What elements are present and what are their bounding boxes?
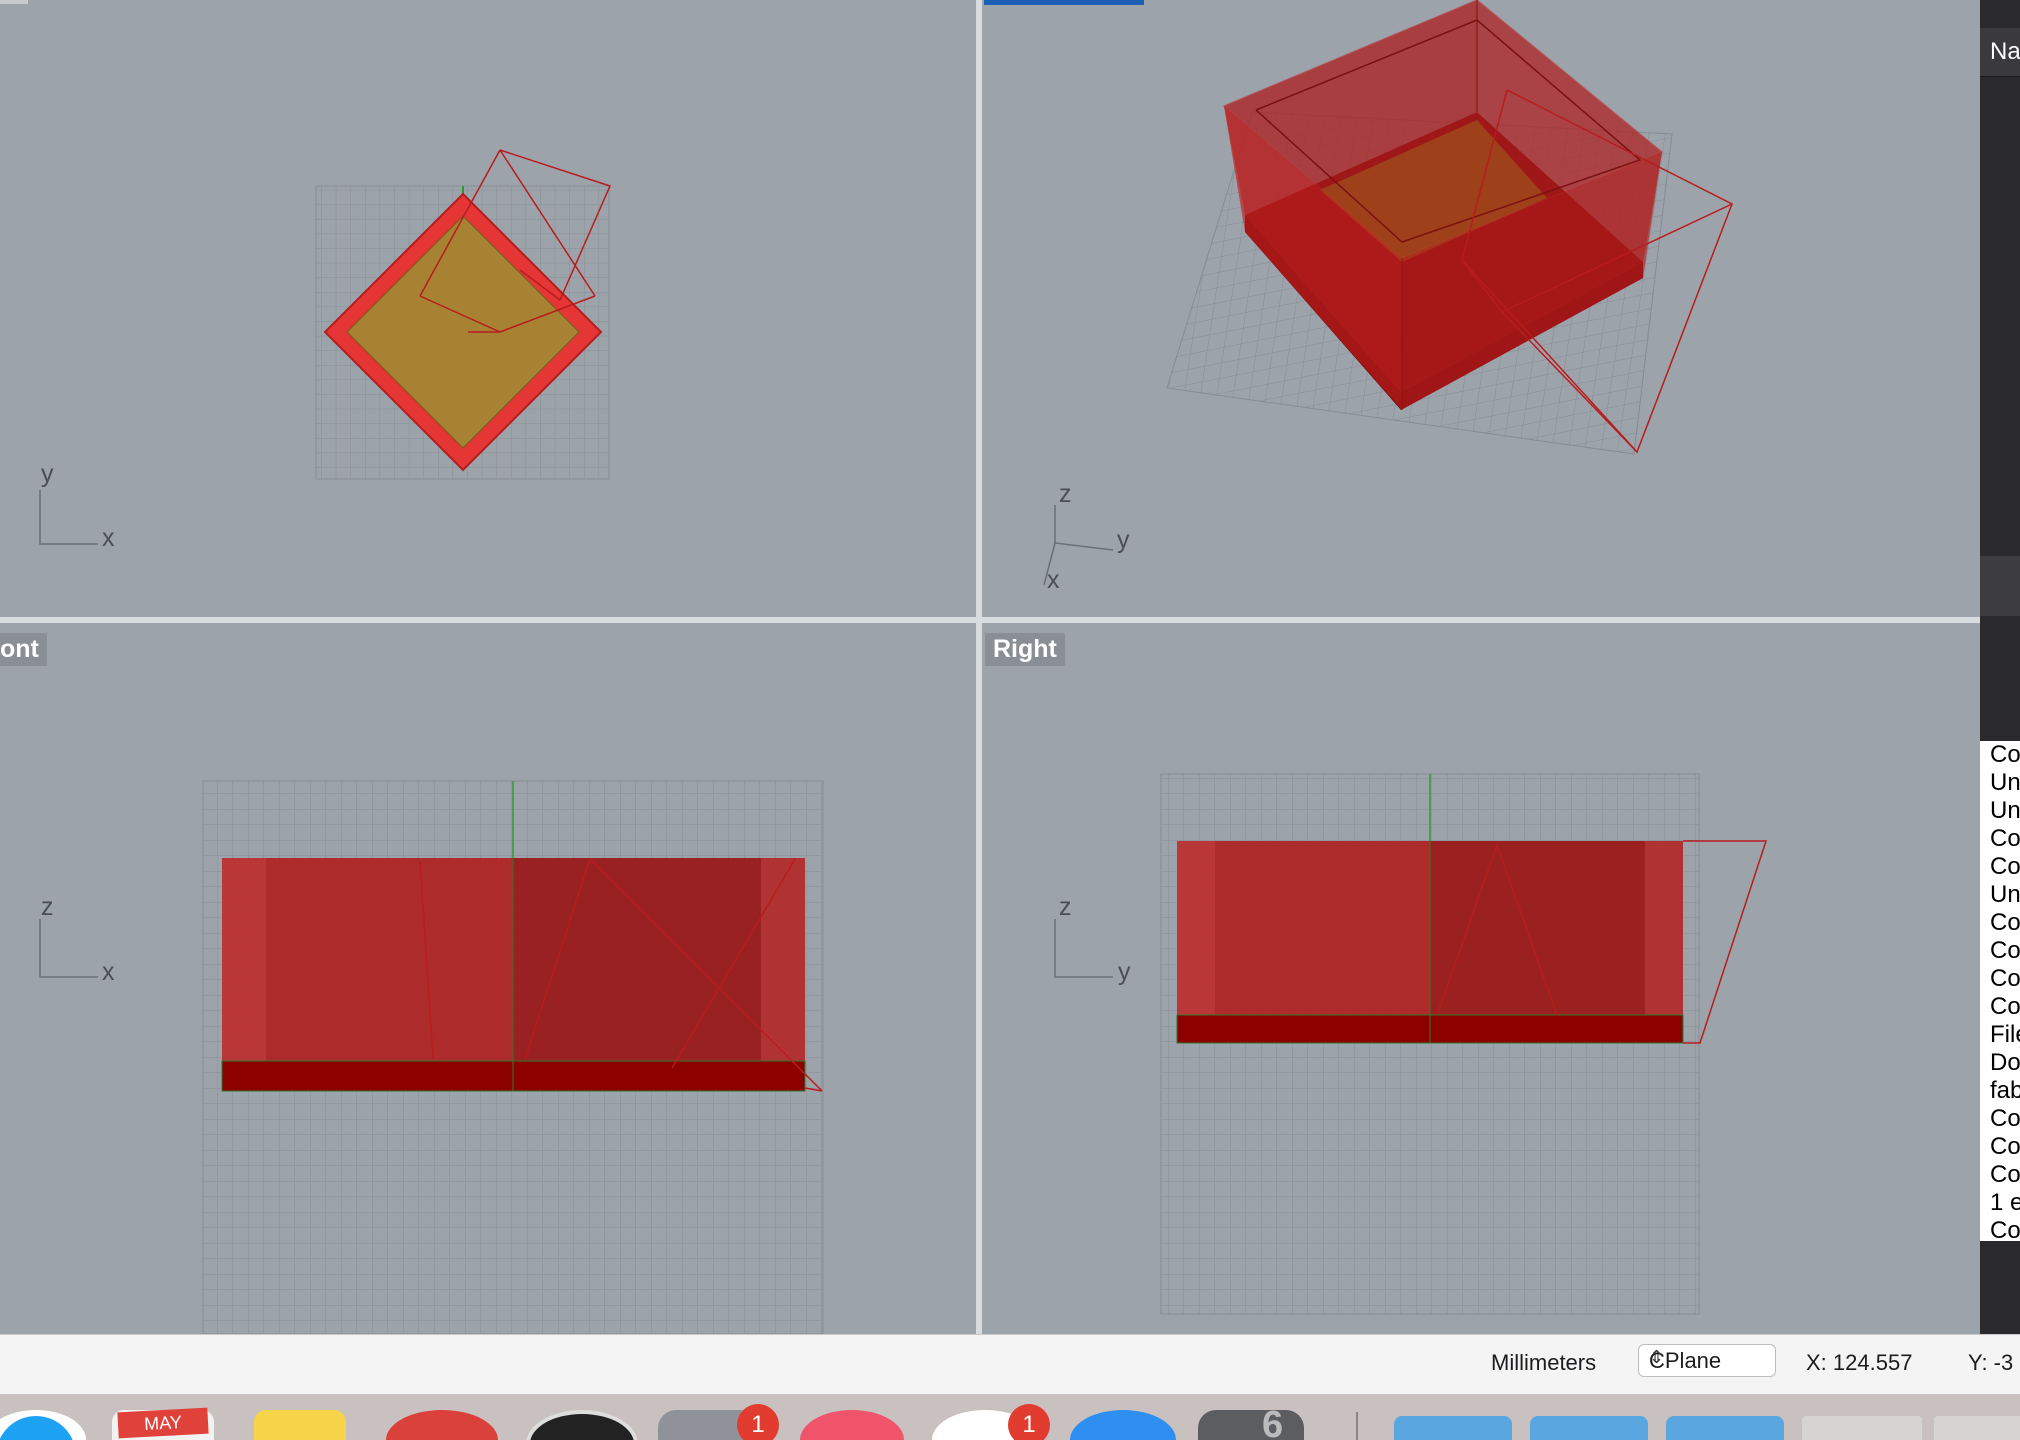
app-blue-icon[interactable] — [1070, 1410, 1176, 1440]
viewport-right-canvas — [1054, 773, 1768, 1315]
notification-badge: 1 — [737, 1404, 779, 1440]
viewport-top[interactable]: y x — [0, 0, 976, 617]
folder-icon[interactable] — [1394, 1416, 1512, 1440]
dock: MAY 1 1 6 — [0, 1394, 2020, 1440]
right-axis-h: y — [1118, 958, 1131, 986]
x-coordinate: X: 124.557 — [1806, 1350, 1913, 1375]
command-history[interactable]: Co Un Un Co Co Un Co Co Co Co File Do fa… — [1980, 741, 2020, 1244]
top-axis-v: y — [41, 460, 54, 488]
music-icon[interactable] — [526, 1410, 638, 1440]
command-history-line: Co — [1990, 965, 2020, 992]
top-axis-h: x — [102, 524, 115, 552]
viewport-front[interactable]: ont z x — [0, 623, 976, 1334]
screenshot-thumbnail[interactable] — [1802, 1416, 1922, 1440]
command-history-line: Do — [1990, 1049, 2020, 1076]
command-history-line: File — [1990, 1021, 2020, 1048]
viewport-divider-vertical[interactable] — [976, 0, 982, 1334]
rhino-version: 6 — [1262, 1404, 1284, 1440]
viewport-label-right[interactable]: Right — [985, 633, 1065, 666]
folder-icon[interactable] — [1666, 1416, 1784, 1440]
command-history-line: Co — [1990, 825, 2020, 852]
rhino-icon[interactable]: 6 — [1198, 1404, 1304, 1440]
calendar-icon[interactable]: MAY — [112, 1407, 214, 1440]
front-axis-h: x — [102, 958, 115, 986]
y-coordinate: Y: -3 — [1968, 1350, 2014, 1375]
twitter-icon[interactable] — [0, 1410, 86, 1440]
viewport-perspective[interactable]: z y x — [982, 0, 1980, 617]
calendar-month: MAY — [117, 1407, 209, 1439]
right-panel: Na Co Un Un Co Co Un Co Co Co Co File Do… — [1980, 0, 2020, 1334]
screenshot-thumbnail[interactable] — [1934, 1416, 2020, 1440]
viewport-right[interactable]: Right z y — [982, 623, 1980, 1334]
command-history-line: Un — [1990, 881, 2020, 908]
viewport-divider-horizontal[interactable] — [0, 617, 1980, 623]
command-history-line: Un — [1990, 797, 2020, 824]
folder-icon[interactable] — [1530, 1416, 1648, 1440]
command-history-line: Co — [1990, 741, 2020, 768]
updown-chevron-icon: ⇕ — [1649, 1347, 1665, 1367]
status-bar: Millimeters CPlane ⇕ X: 124.557 Y: -3 — [0, 1334, 2020, 1395]
app-pink-icon[interactable] — [800, 1410, 904, 1440]
active-viewport-indicator — [984, 0, 1144, 5]
command-history-line: 1 e — [1990, 1189, 2020, 1216]
command-history-line: Co — [1990, 1217, 2020, 1244]
viewport-front-canvas — [39, 780, 824, 1334]
persp-axis-v: z — [1059, 480, 1072, 508]
command-history-line: Co — [1990, 1133, 2020, 1160]
command-history-line: Co — [1990, 993, 2020, 1020]
panel-strip — [1980, 556, 2020, 616]
front-axis-v: z — [41, 893, 54, 921]
panel-header[interactable]: Na — [1980, 28, 2020, 77]
notes-icon[interactable] — [254, 1410, 346, 1440]
app-red-icon[interactable] — [386, 1410, 498, 1440]
dock-separator — [1356, 1412, 1358, 1440]
command-history-line: fab — [1990, 1077, 2020, 1104]
command-history-line: Co — [1990, 1105, 2020, 1132]
notification-badge: 1 — [1008, 1404, 1050, 1440]
right-axis-v: z — [1059, 893, 1072, 921]
command-history-line: Un — [1990, 769, 2020, 796]
command-history-line: Co — [1990, 937, 2020, 964]
viewport-top-canvas — [0, 0, 612, 545]
top-axis-widget — [39, 490, 98, 545]
cplane-select[interactable]: CPlane ⇕ — [1638, 1344, 1776, 1377]
command-history-line: Co — [1990, 1161, 2020, 1188]
command-history-line: Co — [1990, 853, 2020, 880]
persp-axis-d: x — [1047, 566, 1060, 594]
viewport-perspective-canvas — [984, 0, 1733, 586]
persp-axis-h: y — [1117, 526, 1130, 554]
units-label[interactable]: Millimeters — [1491, 1350, 1596, 1376]
command-history-line: Co — [1990, 909, 2020, 936]
panel-header-label: Na — [1990, 38, 2020, 65]
viewport-label-front[interactable]: ont — [0, 633, 47, 666]
